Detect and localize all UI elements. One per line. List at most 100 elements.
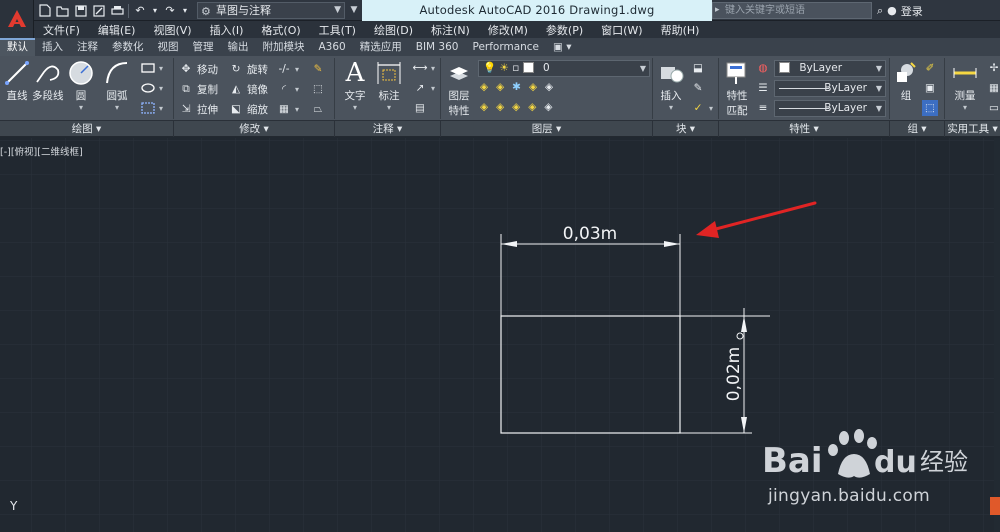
rectangle-tool[interactable]: ▾ [140, 60, 163, 76]
create-block-tool[interactable]: ⬓ [690, 60, 706, 76]
layer-previous-icon[interactable]: ◈ [496, 101, 504, 113]
layer-walk-icon[interactable]: ◈ [544, 101, 552, 113]
search-input[interactable]: ▸ 键入关键字或短语 [712, 2, 872, 19]
match-properties-tool[interactable]: 特性 匹配 [722, 58, 752, 118]
properties-panel-title[interactable]: 特性 ▾ [719, 121, 890, 137]
modify-panel-title[interactable]: 修改 ▾ [174, 121, 335, 137]
menu-item[interactable]: 参数(P) [537, 22, 592, 38]
rotate-tool[interactable]: ↻ 旋转 [228, 61, 268, 77]
ribbon-tab[interactable]: 精选应用 [353, 39, 409, 56]
table-tool[interactable]: ▤ [412, 100, 428, 116]
hatch-tool[interactable]: ▾ [140, 80, 163, 96]
point-style-tool[interactable]: ▭ [986, 100, 1000, 116]
layer-properties-tool[interactable]: 图层 特性 [444, 58, 474, 118]
trim-tool[interactable]: -/- ▾ [276, 61, 299, 77]
polyline-tool[interactable]: 多段线 [32, 58, 64, 103]
ribbon-tab[interactable]: 视图 [151, 39, 186, 56]
undo-dropdown-icon[interactable]: ▾ [151, 4, 159, 18]
application-menu-button[interactable] [0, 0, 34, 38]
new-file-icon[interactable] [38, 4, 52, 18]
side-tab[interactable] [990, 497, 1000, 515]
menu-item[interactable]: 修改(M) [479, 22, 537, 38]
group-select-tool[interactable]: ⬚ [922, 100, 938, 116]
group-tool[interactable]: 组 [891, 58, 921, 103]
ribbon-tab[interactable]: BIM 360 [409, 39, 466, 56]
ribbon-tab[interactable]: 插入 [35, 39, 70, 56]
customize-toolbar-icon[interactable]: ▼ [348, 2, 360, 19]
viewport-controls[interactable]: [-][俯视][二维线框] [0, 144, 83, 158]
circle-tool[interactable]: 圆 ▾ [66, 58, 96, 112]
line-tool[interactable]: 直线 [2, 58, 32, 103]
fillet-tool[interactable]: ◜ ▾ [276, 81, 299, 97]
linear-dim-tool[interactable]: ⟷ ▾ [412, 60, 435, 76]
color-dropdown[interactable]: ByLayer ▼ [774, 60, 886, 77]
color-wheel-icon[interactable]: ◍ [755, 60, 771, 76]
draw-panel-title[interactable]: 绘图 ▾ [0, 121, 174, 137]
quick-select-tool[interactable]: ✢ [986, 60, 1000, 76]
ungroup-tool[interactable]: ✐ [922, 60, 938, 76]
ribbon-tab[interactable]: 默认 [0, 38, 35, 56]
menu-item[interactable]: 窗口(W) [592, 22, 651, 38]
stretch-tool[interactable]: ⇲ 拉伸 [178, 101, 218, 117]
lineweight-icon[interactable]: ≡ [755, 100, 771, 116]
undo-icon[interactable]: ↶ [133, 4, 147, 18]
groups-panel-title[interactable]: 组 ▾ [890, 121, 945, 137]
print-icon[interactable] [110, 4, 124, 18]
menu-item[interactable]: 插入(I) [201, 22, 253, 38]
annotation-panel-title[interactable]: 注释 ▾ [335, 121, 441, 137]
insert-block-tool[interactable]: 插入 ▾ [656, 58, 686, 112]
menu-item[interactable]: 格式(O) [252, 22, 309, 38]
linetype-icon[interactable]: ☰ [755, 80, 771, 96]
measure-tool[interactable]: 测量 ▾ [950, 58, 980, 112]
block-panel-title[interactable]: 块 ▾ [653, 121, 719, 137]
menu-item[interactable]: 文件(F) [34, 22, 89, 38]
menu-item[interactable]: 绘图(D) [365, 22, 422, 38]
ribbon-tab[interactable]: 注释 [70, 39, 105, 56]
arc-tool[interactable]: 圆弧 ▾ [102, 58, 132, 112]
linetype-dropdown[interactable]: ByLayer ▼ [774, 80, 886, 97]
redo-dropdown-icon[interactable]: ▾ [181, 4, 189, 18]
vertical-scrollbar[interactable] [994, 138, 1000, 532]
menu-item[interactable]: 编辑(E) [89, 22, 145, 38]
layer-unisolate-icon[interactable]: ◈ [512, 101, 520, 113]
layer-dropdown[interactable]: 💡 ☀ ▫ 0 ▼ [478, 60, 650, 77]
erase-tool[interactable]: ✎ [310, 61, 326, 77]
open-folder-icon[interactable] [56, 4, 70, 18]
group-edit-tool[interactable]: ▣ [922, 80, 938, 96]
region-tool[interactable]: ▾ [140, 100, 163, 116]
leader-tool[interactable]: ↗ ▾ [412, 80, 435, 96]
ribbon-tab[interactable]: 管理 [186, 39, 221, 56]
login-area[interactable]: ⌕ ● 登录 [877, 2, 923, 19]
menu-item[interactable]: 视图(V) [144, 22, 200, 38]
layer-make-current-icon[interactable]: ◈ [545, 81, 553, 93]
mirror-tool[interactable]: ◭ 镜像 [228, 81, 268, 97]
move-tool[interactable]: ✥ 移动 [178, 61, 218, 77]
array-tool[interactable]: ▦ ▾ [276, 101, 299, 117]
ribbon-tab[interactable]: 参数化 [105, 39, 151, 56]
workspace-switcher[interactable]: ⚙ 草图与注释 ▼ [197, 2, 345, 19]
block-attribute-tool[interactable]: ✓ ▾ [690, 100, 713, 116]
lineweight-dropdown[interactable]: ByLayer ▼ [774, 100, 886, 117]
ribbon-tab[interactable]: Performance [465, 39, 546, 56]
ribbon-tab[interactable]: A360 [312, 39, 353, 56]
layer-thaw-icon[interactable]: ◈ [528, 101, 536, 113]
menu-item[interactable]: 工具(T) [310, 22, 365, 38]
save-icon[interactable] [74, 4, 88, 18]
menu-item[interactable]: 标注(N) [422, 22, 479, 38]
explode-tool[interactable]: ⬚ [310, 81, 326, 97]
layer-freeze-icon[interactable]: ✱ [512, 81, 521, 93]
layer-match-icon[interactable]: ◈ [480, 101, 488, 113]
ribbon-tab[interactable]: 附加模块 [256, 39, 312, 56]
layer-isolate-icon[interactable]: ◈ [496, 81, 504, 93]
offset-tool[interactable]: ⏢ [310, 101, 326, 117]
dimension-tool[interactable]: 标注 ▾ [374, 58, 404, 112]
text-tool[interactable]: A 文字 ▾ [340, 58, 370, 112]
ribbon-options-icon[interactable]: ▣ ▾ [546, 39, 579, 56]
scale-tool[interactable]: ⬕ 缩放 [228, 101, 268, 117]
layer-off-icon[interactable]: ◈ [480, 81, 488, 93]
menu-item[interactable]: 帮助(H) [652, 22, 709, 38]
login-label[interactable]: 登录 [901, 3, 923, 19]
calculator-tool[interactable]: ▦ [986, 80, 1000, 96]
save-as-icon[interactable] [92, 4, 106, 18]
copy-tool[interactable]: ⧉ 复制 [178, 81, 218, 97]
